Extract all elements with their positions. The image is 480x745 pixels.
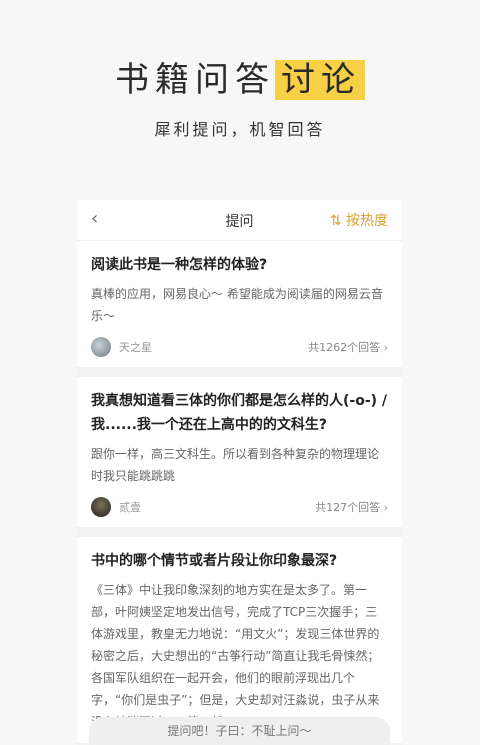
username[interactable]: 贰壹 <box>119 499 141 515</box>
hero-title-highlight: 讨论 <box>275 60 365 100</box>
answer-snippet: 真棒的应用，网易良心～ 希望能成为阅读届的网易云音乐～ <box>91 287 383 323</box>
answer-count-link[interactable]: 共127个回答 › <box>315 499 388 515</box>
answer-snippet: 跟你一样，高三文科生。所以看到各种复杂的物理理论时我只能跳跳跳 <box>91 447 380 483</box>
avatar[interactable] <box>91 497 111 517</box>
question-meta: 天之星 共1262个回答 › <box>91 337 388 357</box>
phone-screen: ‹ 提问 ⇅ 按热度 阅读此书是一种怎样的体验? 真棒的应用，网易良心～ 希望能… <box>77 200 402 745</box>
nav-bar: ‹ 提问 ⇅ 按热度 <box>77 200 402 241</box>
question-card[interactable]: 书中的哪个情节或者片段让你印象最深? 《三体》中让我印象深刻的地方实在是太多了。… <box>77 537 402 743</box>
hero-title: 书籍问答 讨论 <box>0 52 480 101</box>
ask-question-input[interactable]: 提问吧！子曰：不耻上问～ <box>89 717 390 745</box>
question-title[interactable]: 阅读此书是一种怎样的体验? <box>91 253 388 277</box>
avatar[interactable] <box>91 337 111 357</box>
username[interactable]: 天之星 <box>119 339 152 355</box>
hero-title-main: 书籍问答 <box>115 60 275 100</box>
answer-count-link[interactable]: 共1262个回答 › <box>308 339 388 355</box>
question-card[interactable]: 阅读此书是一种怎样的体验? 真棒的应用，网易良心～ 希望能成为阅读届的网易云音乐… <box>77 241 402 367</box>
answer-snippet: 《三体》中让我印象深刻的地方实在是太多了。第一部，叶阿姨坚定地发出信号，完成了T… <box>91 583 380 729</box>
question-card[interactable]: 我真想知道看三体的你们都是怎么样的人(-o-) / 我......我一个还在上高… <box>77 377 402 527</box>
question-title[interactable]: 我真想知道看三体的你们都是怎么样的人(-o-) / 我......我一个还在上高… <box>91 389 388 437</box>
sort-by-popularity-button[interactable]: ⇅ 按热度 <box>330 210 388 230</box>
question-title[interactable]: 书中的哪个情节或者片段让你印象最深? <box>91 549 388 573</box>
question-meta: 贰壹 共127个回答 › <box>91 497 388 517</box>
hero-subtitle: 犀利提问，机智回答 <box>154 120 326 139</box>
